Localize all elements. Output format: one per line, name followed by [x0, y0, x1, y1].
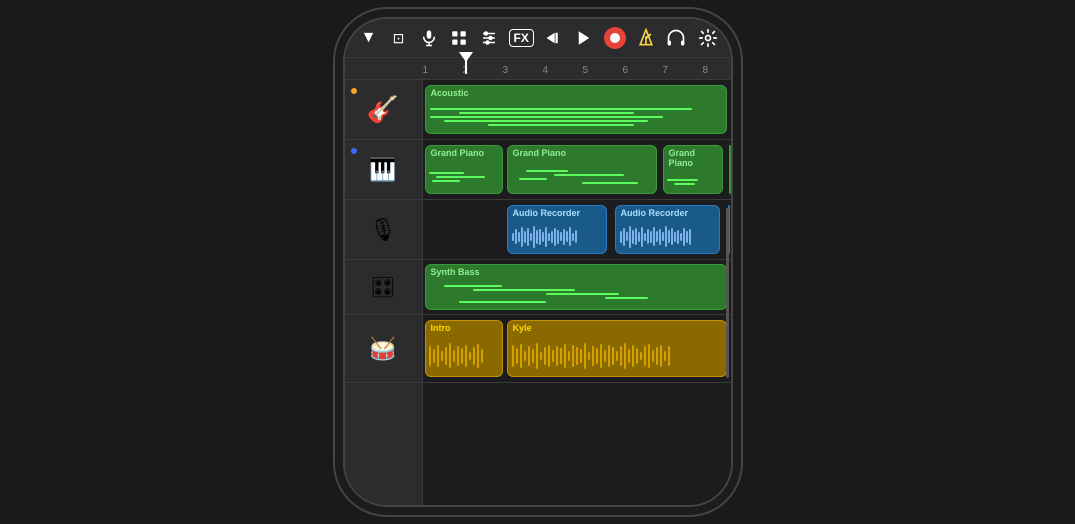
track-row-audio: Audio Recorder [423, 200, 731, 260]
track-view-icon[interactable]: ⊡ [389, 30, 409, 47]
track-header-audio[interactable]: 🎙 [345, 200, 422, 260]
track-header-acoustic[interactable]: 🎸 [345, 80, 422, 140]
track-headers: 🎸 🎹 🎙 🎛 🥁 [345, 80, 423, 505]
toolbar-left: ▼ ⊡ [359, 27, 626, 49]
record-dot [610, 33, 620, 43]
clip-content-acoustic [426, 100, 726, 133]
clip-label-piano-4: Grand Piano [730, 146, 731, 168]
track-header-piano[interactable]: 🎹 [345, 140, 422, 200]
phone-frame: ▼ ⊡ [343, 17, 733, 507]
headphones-icon[interactable] [666, 28, 686, 48]
clip-content-piano-3 [664, 170, 722, 193]
clip-content-audio-1 [508, 220, 606, 253]
track-dot-piano [351, 148, 357, 154]
clip-label-audio-2: Audio Recorder [616, 206, 719, 220]
play-button[interactable] [574, 29, 594, 47]
fx-button[interactable]: FX [509, 29, 534, 47]
ruler-mark-1: 1 [423, 65, 463, 76]
drums-icon: 🥁 [369, 336, 396, 362]
controls-icon[interactable] [479, 29, 499, 47]
ruler: 1 2 3 4 5 6 7 [345, 58, 731, 80]
track-header-synth[interactable]: 🎛 [345, 260, 422, 315]
clip-piano-3[interactable]: Grand Piano [663, 145, 723, 194]
clip-label-synth: Synth Bass [426, 265, 726, 279]
tracks-dropdown-icon[interactable]: ▼ [359, 29, 379, 47]
clip-label-audio-1: Audio Recorder [508, 206, 606, 220]
toolbar-right [666, 28, 718, 48]
clip-label-piano-2: Grand Piano [508, 146, 656, 160]
track-header-drums[interactable]: 🥁 [345, 315, 422, 383]
clip-content-synth [426, 279, 726, 309]
tracks-content: Acoustic [423, 80, 731, 505]
ruler-mark-4: 4 [543, 65, 583, 76]
clip-piano-1[interactable]: Grand Piano [425, 145, 503, 194]
screen: ▼ ⊡ [345, 19, 731, 505]
ruler-mark-8: 8 [703, 65, 731, 76]
track-row-synth: Synth Bass [423, 260, 731, 315]
ruler-mark-5: 5 [583, 65, 623, 76]
clip-synth-1[interactable]: Synth Bass [425, 264, 727, 310]
waveform-2 [616, 220, 719, 253]
clip-label-piano-1: Grand Piano [426, 146, 502, 160]
rewind-button[interactable] [544, 29, 564, 47]
track-row-piano: Grand Piano Grand Piano [423, 140, 731, 200]
clip-content-intro [426, 335, 502, 376]
clip-label-acoustic: Acoustic [426, 86, 726, 100]
tracks-area: 🎸 🎹 🎙 🎛 🥁 [345, 80, 731, 505]
clip-label-piano-3: Grand Piano [664, 146, 722, 170]
clip-drums-kyle[interactable]: Kyle [507, 320, 727, 377]
clip-piano-2[interactable]: Grand Piano [507, 145, 657, 194]
clip-content-piano-2 [508, 160, 656, 193]
ruler-mark-2: 2 [463, 65, 503, 76]
clip-acoustic-1[interactable]: Acoustic [425, 85, 727, 134]
clip-content-piano-1 [426, 160, 502, 193]
ruler-mark-7: 7 [663, 65, 703, 76]
clip-drums-intro[interactable]: Intro [425, 320, 503, 377]
grid-icon[interactable] [449, 29, 469, 47]
track-dot-acoustic [351, 88, 357, 94]
clip-content-audio-2 [616, 220, 719, 253]
ruler-mark-3: 3 [503, 65, 543, 76]
piano-icon: 🎹 [369, 157, 396, 183]
toolbar: ▼ ⊡ [345, 19, 731, 58]
ruler-mark-6: 6 [623, 65, 663, 76]
mic-icon[interactable] [419, 29, 439, 47]
playhead[interactable] [465, 58, 467, 74]
track-row-drums: Intro [423, 315, 731, 383]
clip-label-kyle: Kyle [508, 321, 726, 335]
clip-label-audio-3: Audio Recorder [729, 206, 730, 230]
clip-piano-4[interactable]: Grand Piano [729, 145, 731, 194]
ruler-content: 1 2 3 4 5 6 7 [423, 60, 731, 76]
track-scrollbar[interactable] [726, 208, 729, 378]
synth-icon: 🎛 [370, 275, 395, 300]
settings-icon[interactable] [698, 28, 718, 48]
mic-track-icon: 🎙 [369, 217, 397, 243]
metronome-icon[interactable] [636, 28, 656, 48]
waveform-1 [508, 220, 606, 253]
record-button[interactable] [604, 27, 626, 49]
guitar-icon: 🎸 [367, 94, 399, 125]
clip-audio-2[interactable]: Audio Recorder [615, 205, 720, 254]
clip-content-kyle [508, 335, 726, 376]
clip-label-intro: Intro [426, 321, 502, 335]
track-row-acoustic: Acoustic [423, 80, 731, 140]
clip-audio-1[interactable]: Audio Recorder [507, 205, 607, 254]
